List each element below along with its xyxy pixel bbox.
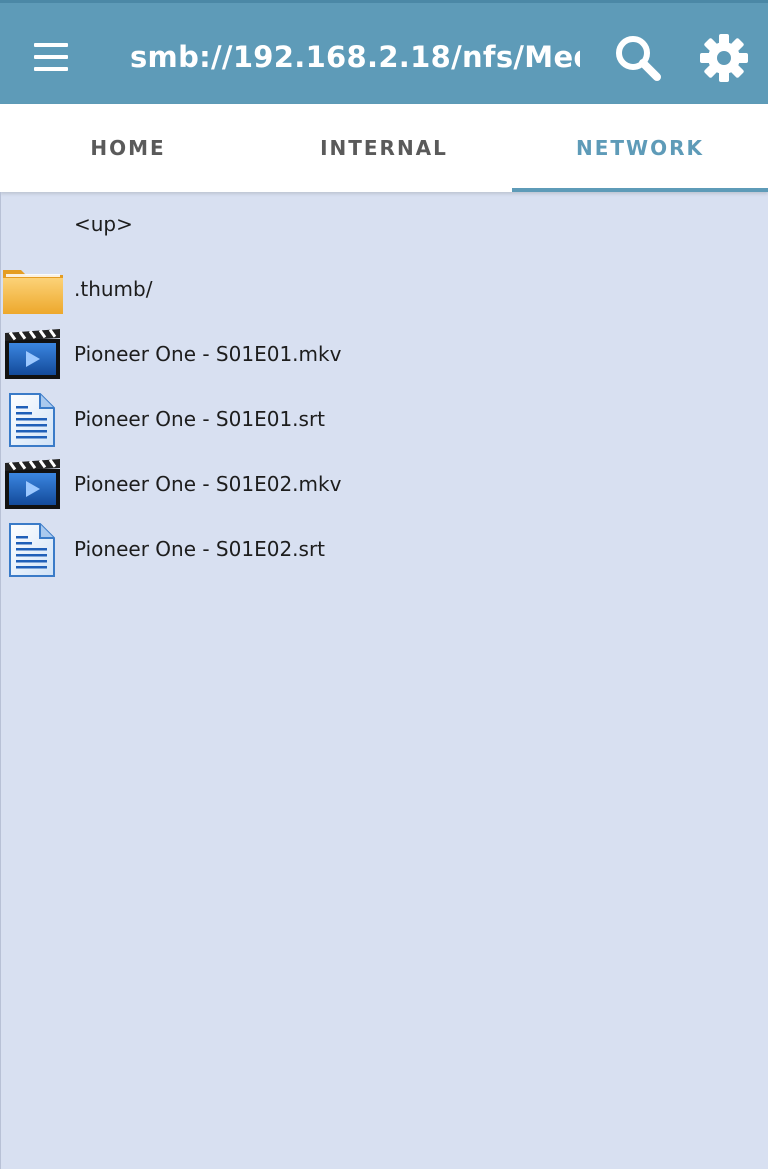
tab-home[interactable]: HOME: [0, 104, 256, 192]
list-item-document[interactable]: Pioneer One - S01E02.srt: [0, 517, 768, 582]
app-bar: smb://192.168.2.18/nfs/Medi…: [0, 0, 768, 104]
document-file-icon: [2, 392, 64, 448]
file-name: .thumb/: [74, 277, 153, 301]
list-item-up[interactable]: <up>: [0, 192, 768, 257]
file-name: <up>: [74, 212, 133, 236]
file-name: Pioneer One - S01E02.srt: [74, 537, 326, 561]
list-item-document[interactable]: Pioneer One - S01E01.srt: [0, 387, 768, 452]
file-name: Pioneer One - S01E01.mkv: [74, 342, 342, 366]
tab-network[interactable]: NETWORK: [512, 104, 768, 192]
document-file-icon: [2, 522, 64, 578]
search-icon[interactable]: [608, 28, 668, 88]
list-item-folder[interactable]: .thumb/: [0, 257, 768, 322]
folder-icon: [2, 262, 64, 318]
tab-bar: HOME INTERNAL NETWORK: [0, 104, 768, 192]
path-title: smb://192.168.2.18/nfs/Medi…: [130, 40, 580, 74]
list-item-video[interactable]: Pioneer One - S01E02.mkv: [0, 452, 768, 517]
gear-icon[interactable]: [694, 28, 754, 88]
file-list: <up> .thumb/ Pioneer One - S01E01.mkv Pi…: [0, 192, 768, 582]
hamburger-menu-icon[interactable]: [22, 31, 80, 83]
tab-internal[interactable]: INTERNAL: [256, 104, 512, 192]
file-name: Pioneer One - S01E02.mkv: [74, 472, 342, 496]
list-item-video[interactable]: Pioneer One - S01E01.mkv: [0, 322, 768, 387]
video-file-icon: [2, 327, 64, 383]
file-name: Pioneer One - S01E01.srt: [74, 407, 326, 431]
video-file-icon: [2, 457, 64, 513]
